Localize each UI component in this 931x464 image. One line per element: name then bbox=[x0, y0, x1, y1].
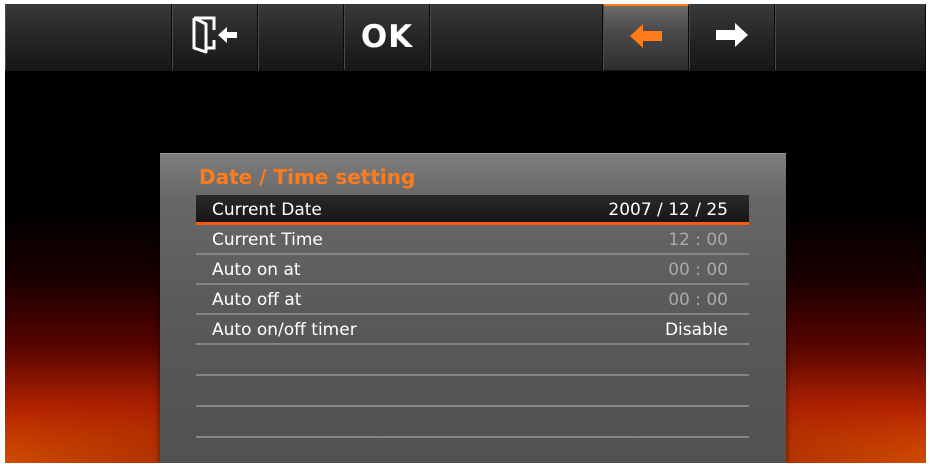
exit-door-icon bbox=[190, 15, 240, 59]
empty-row bbox=[196, 345, 749, 376]
ok-label: OK bbox=[360, 19, 414, 55]
date-time-panel: Date / Time setting Current Date 2007 / … bbox=[160, 153, 786, 463]
setting-value: 12 : 00 bbox=[668, 230, 728, 250]
device-screen: OK Date / Time setting Current Date 2007… bbox=[5, 4, 926, 463]
setting-value: 2007 / 12 / 25 bbox=[608, 200, 728, 220]
setting-value: 00 : 00 bbox=[668, 260, 728, 280]
setting-label: Current Time bbox=[212, 230, 323, 250]
forward-button[interactable] bbox=[689, 4, 775, 70]
setting-row-current-date[interactable]: Current Date 2007 / 12 / 25 bbox=[196, 195, 749, 225]
toolbar-spacer bbox=[258, 4, 344, 70]
setting-label: Current Date bbox=[212, 200, 322, 220]
exit-button[interactable] bbox=[172, 4, 258, 70]
toolbar-spacer bbox=[775, 4, 926, 70]
setting-row-auto-off[interactable]: Auto off at 00 : 00 bbox=[196, 285, 749, 315]
settings-list: Current Date 2007 / 12 / 25 Current Time… bbox=[196, 195, 749, 438]
toolbar: OK bbox=[5, 4, 926, 72]
toolbar-spacer bbox=[430, 4, 603, 70]
arrow-left-icon bbox=[626, 21, 666, 55]
panel-title: Date / Time setting bbox=[199, 165, 416, 189]
setting-label: Auto on at bbox=[212, 260, 301, 280]
arrow-right-icon bbox=[712, 20, 752, 54]
setting-row-auto-on[interactable]: Auto on at 00 : 00 bbox=[196, 255, 749, 285]
setting-row-auto-timer[interactable]: Auto on/off timer Disable bbox=[196, 315, 749, 345]
setting-label: Auto off at bbox=[212, 290, 302, 310]
toolbar-spacer bbox=[5, 4, 172, 70]
empty-row bbox=[196, 376, 749, 407]
setting-value: 00 : 00 bbox=[668, 290, 728, 310]
ok-button[interactable]: OK bbox=[344, 4, 430, 70]
empty-row bbox=[196, 407, 749, 438]
setting-row-current-time[interactable]: Current Time 12 : 00 bbox=[196, 225, 749, 255]
back-button[interactable] bbox=[603, 4, 689, 70]
setting-label: Auto on/off timer bbox=[212, 320, 357, 340]
setting-value: Disable bbox=[664, 320, 728, 340]
